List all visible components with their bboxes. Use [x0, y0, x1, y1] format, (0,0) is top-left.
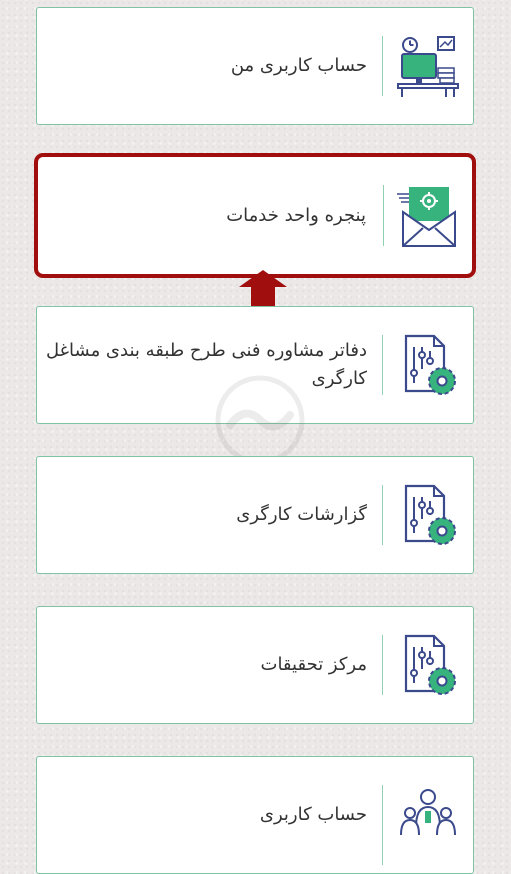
document-settings-icon [383, 607, 473, 723]
menu-card-label: گزارشات کارگری [236, 504, 367, 525]
document-settings-icon [383, 307, 473, 423]
workstation-icon [383, 8, 473, 124]
menu-card-research-center[interactable]: مرکز تحقیقات [36, 606, 474, 724]
menu-card-user-account[interactable]: حساب کاربری [36, 756, 474, 874]
menu-card-label: حساب کاربری [259, 804, 367, 825]
menu-card-service-window[interactable]: پنجره واحد خدمات [34, 153, 476, 278]
menu-card-label: مرکز تحقیقات [260, 654, 368, 675]
menu-card-label: حساب کاربری من [230, 55, 367, 76]
menu-card-label: دفاتر مشاوره فنی طرح طبقه بندی مشاغل کار… [45, 340, 367, 389]
menu-card-label: پنجره واحد خدمات [226, 204, 366, 226]
people-icon [383, 757, 473, 873]
menu-card-consulting-offices[interactable]: دفاتر مشاوره فنی طرح طبقه بندی مشاغل کار… [36, 306, 474, 424]
menu-card-my-account[interactable]: حساب کاربری من [36, 7, 474, 125]
arrow-up-icon [239, 270, 287, 306]
menu-card-labor-reports[interactable]: گزارشات کارگری [36, 456, 474, 574]
document-settings-icon [383, 457, 473, 573]
envelope-gear-icon [382, 157, 472, 274]
